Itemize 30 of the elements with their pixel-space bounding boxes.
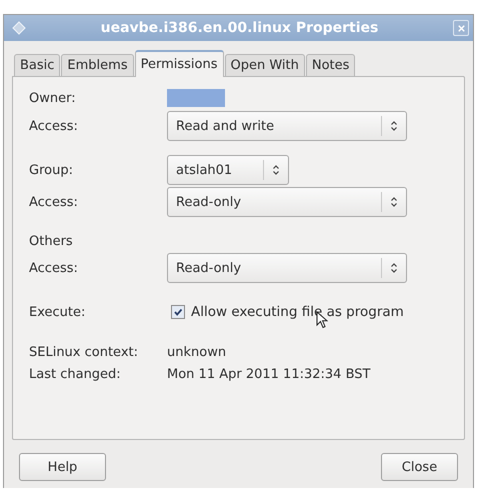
field-label: Access: (29, 194, 79, 210)
checkbox[interactable] (171, 305, 185, 319)
dialog-button[interactable]: Close (381, 453, 458, 481)
dropdown[interactable]: Read-only (167, 253, 407, 283)
tab[interactable]: Basic (14, 54, 60, 76)
up-down-arrows-icon (390, 262, 398, 274)
field-label: Last changed: (29, 366, 122, 382)
up-down-arrows-icon (272, 164, 280, 176)
field-value: Mon 11 Apr 2011 11:32:34 BST (167, 366, 370, 382)
tab[interactable]: Notes (306, 54, 356, 76)
field-value: unknown (167, 344, 226, 360)
tab[interactable]: Open With (224, 54, 305, 76)
dropdown[interactable]: atslah01 (167, 155, 289, 185)
window-title: ueavbe.i386.en.00.linux Properties (100, 20, 380, 36)
field-label: Execute: (29, 304, 86, 320)
field-label: Access: (29, 118, 79, 134)
up-down-arrows-icon (390, 196, 398, 208)
tab[interactable]: Permissions (134, 50, 224, 77)
field-label: Access: (29, 260, 79, 276)
field-label: Others (29, 234, 74, 248)
up-down-arrows-icon (390, 120, 398, 132)
field-label: Owner: (29, 90, 77, 106)
dropdown[interactable]: Read and write (167, 111, 407, 141)
redaction-block (167, 89, 225, 107)
dropdown[interactable]: Read-only (167, 187, 407, 217)
tab[interactable]: Emblems (61, 54, 134, 76)
field-label: SELinux context: (29, 344, 140, 360)
dialog-button[interactable]: Help (19, 453, 106, 481)
field-label: Group: (29, 162, 74, 178)
diamond-icon (12, 21, 26, 35)
